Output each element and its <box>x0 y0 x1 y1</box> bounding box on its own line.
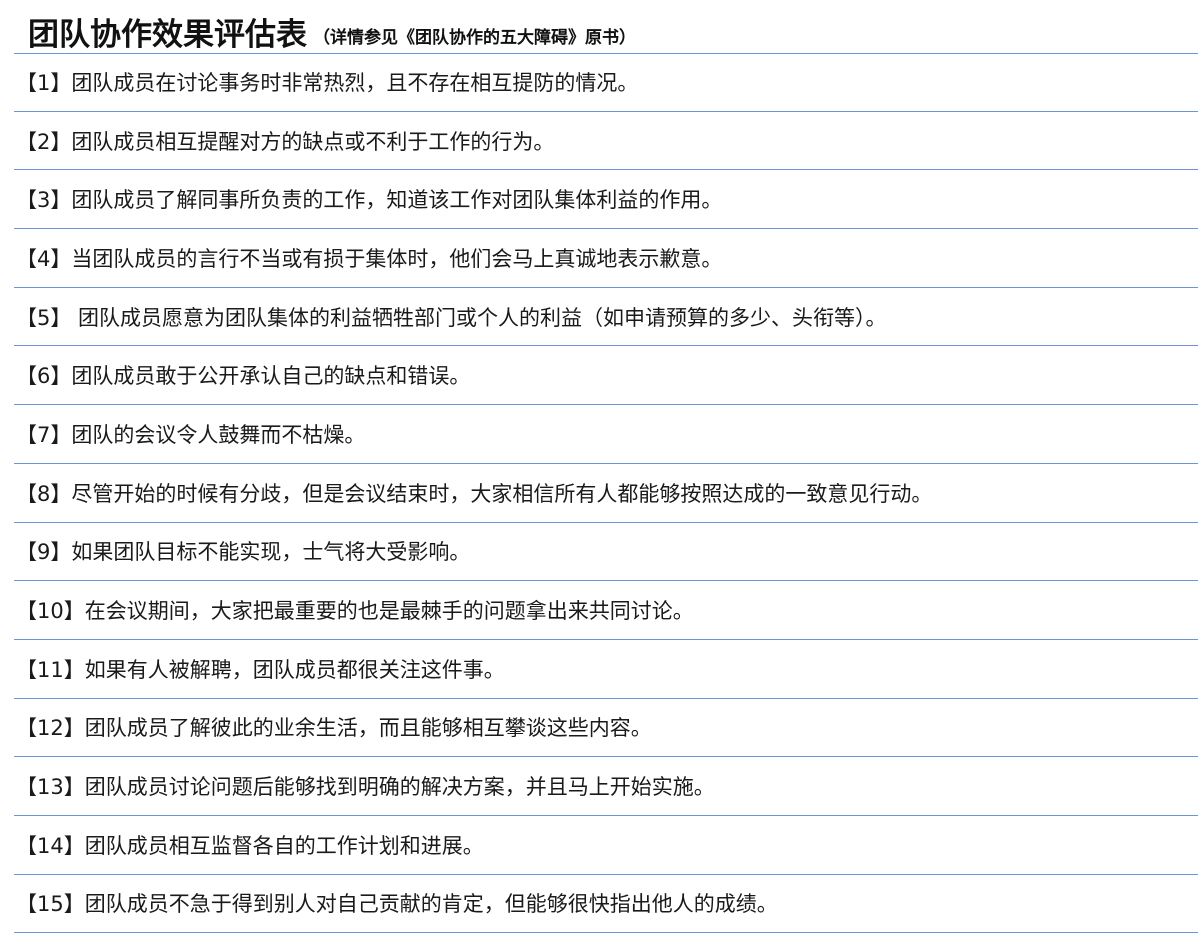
item-number: 【3】 <box>16 188 72 213</box>
item-text: 团队成员不急于得到别人对自己贡献的肯定，但能够很快指出他人的成绩。 <box>84 892 778 917</box>
item-text: 团队成员敢于公开承认自己的缺点和错误。 <box>71 364 471 389</box>
list-item: 【11】 如果有人被解聘，团队成员都很关注这件事。 <box>14 640 1198 699</box>
list-item: 【10】 在会议期间，大家把最重要的也是最棘手的问题拿出来共同讨论。 <box>14 581 1198 640</box>
item-text: 团队成员了解彼此的业余生活，而且能够相互攀谈这些内容。 <box>84 716 652 741</box>
item-list: 【1】 团队成员在讨论事务时非常热烈，且不存在相互提防的情况。 【2】 团队成员相互提… <box>14 53 1198 934</box>
list-item: 【13】 团队成员讨论问题后能够找到明确的解决方案，并且马上开始实施。 <box>14 757 1198 816</box>
evaluation-sheet: 团队协作效果评估表 （详情参见《团队协作的五大障碍》原书） 【1】 团队成员在讨论… <box>0 0 1200 943</box>
item-text: 团队的会议令人鼓舞而不枯燥。 <box>71 422 366 447</box>
item-text: 在会议期间，大家把最重要的也是最棘手的问题拿出来共同讨论。 <box>84 599 694 624</box>
item-number: 【4】 <box>16 246 72 271</box>
item-number: 【10】 <box>16 599 85 624</box>
list-item: 【9】 如果团队目标不能实现，士气将大受影响。 <box>14 523 1198 582</box>
item-text: 团队成员讨论问题后能够找到明确的解决方案，并且马上开始实施。 <box>84 775 715 800</box>
list-item: 【14】 团队成员相互监督各自的工作计划和进展。 <box>14 816 1198 875</box>
item-text: 如果团队目标不能实现，士气将大受影响。 <box>71 540 471 565</box>
list-item: 【3】 团队成员了解同事所负责的工作，知道该工作对团队集体利益的作用。 <box>14 170 1198 230</box>
list-item: 【12】 团队成员了解彼此的业余生活，而且能够相互攀谈这些内容。 <box>14 699 1198 758</box>
item-number: 【12】 <box>16 716 85 741</box>
item-number: 【1】 <box>16 71 72 96</box>
title-bar: 团队协作效果评估表 （详情参见《团队协作的五大障碍》原书） <box>28 6 1188 56</box>
item-text: 团队成员在讨论事务时非常热烈，且不存在相互提防的情况。 <box>71 71 639 96</box>
list-item: 【15】 团队成员不急于得到别人对自己贡献的肯定，但能够很快指出他人的成绩。 <box>14 875 1198 934</box>
item-number: 【9】 <box>16 540 72 565</box>
list-item: 【2】 团队成员相互提醒对方的缺点或不利于工作的行为。 <box>14 112 1198 171</box>
page-title: 团队协作效果评估表 <box>28 17 307 53</box>
list-item: 【1】 团队成员在讨论事务时非常热烈，且不存在相互提防的情况。 <box>14 53 1198 112</box>
item-number: 【7】 <box>16 422 72 447</box>
item-text: 团队成员相互监督各自的工作计划和进展。 <box>84 833 484 858</box>
item-text: 团队成员愿意为团队集体的利益牺牲部门或个人的利益（如申请预算的多少、头衔等）。 <box>71 305 887 330</box>
item-number: 【2】 <box>16 129 72 154</box>
item-text: 尽管开始的时候有分歧，但是会议结束时，大家相信所有人都能够按照达成的一致意见行动… <box>71 481 933 506</box>
item-text: 如果有人被解聘，团队成员都很关注这件事。 <box>84 657 505 682</box>
page-subtitle: （详情参见《团队协作的五大障碍》原书） <box>313 28 636 48</box>
list-item: 【6】 团队成员敢于公开承认自己的缺点和错误。 <box>14 346 1198 406</box>
item-number: 【14】 <box>16 833 85 858</box>
list-item: 【8】 尽管开始的时候有分歧，但是会议结束时，大家相信所有人都能够按照达成的一致意… <box>14 464 1198 523</box>
list-item: 【7】 团队的会议令人鼓舞而不枯燥。 <box>14 405 1198 464</box>
item-number: 【13】 <box>16 775 85 800</box>
item-number: 【11】 <box>16 657 85 682</box>
item-text: 当团队成员的言行不当或有损于集体时，他们会马上真诚地表示歉意。 <box>71 246 723 271</box>
item-text: 团队成员了解同事所负责的工作，知道该工作对团队集体利益的作用。 <box>71 188 723 213</box>
list-item: 【5】 团队成员愿意为团队集体的利益牺牲部门或个人的利益（如申请预算的多少、头衔… <box>14 288 1198 347</box>
item-number: 【5】 <box>16 305 72 330</box>
item-number: 【15】 <box>16 892 85 917</box>
item-number: 【8】 <box>16 481 72 506</box>
item-text: 团队成员相互提醒对方的缺点或不利于工作的行为。 <box>71 129 555 154</box>
list-item: 【4】 当团队成员的言行不当或有损于集体时，他们会马上真诚地表示歉意。 <box>14 229 1198 288</box>
item-number: 【6】 <box>16 364 72 389</box>
